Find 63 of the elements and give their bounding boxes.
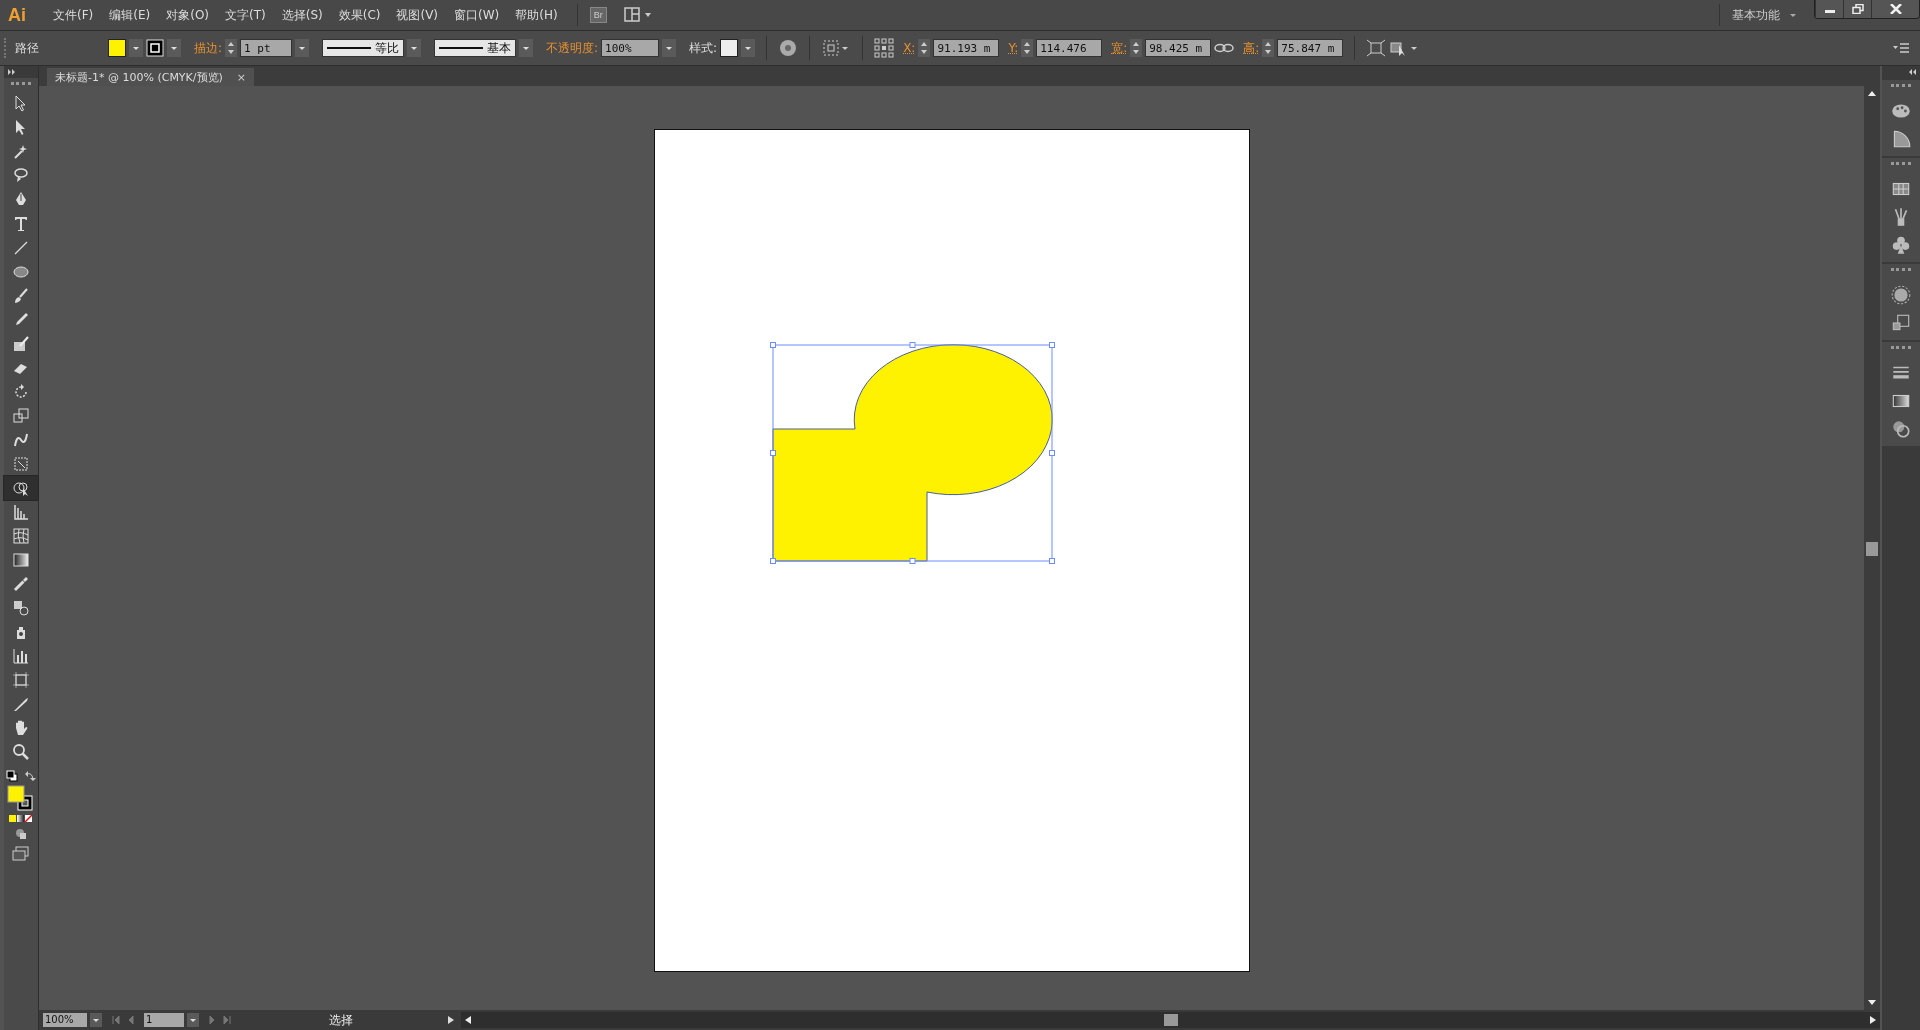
spinner-arrows-icon[interactable] (1021, 39, 1034, 57)
stroke-label[interactable]: 描边: (194, 39, 223, 57)
menu-item[interactable]: 选择(S) (274, 4, 330, 26)
document-title: 未标题-1* @ 100% (CMYK/预览) (55, 69, 223, 85)
stroke-swatch-icon[interactable] (146, 39, 164, 57)
page-field[interactable]: 1 (144, 1013, 184, 1027)
graphic-style-swatch[interactable] (720, 39, 739, 57)
menu-item[interactable]: 帮助(H) (508, 4, 565, 26)
expand-icon[interactable] (7, 68, 17, 76)
menu-item[interactable]: 视图(V) (389, 4, 446, 26)
stroke-profile-dropdown[interactable]: 等比 (322, 39, 405, 57)
menu-item[interactable]: 对象(O) (159, 4, 217, 26)
width-label[interactable]: 宽: (1111, 39, 1128, 57)
x-label[interactable]: X: (903, 41, 916, 55)
brush-dropdown[interactable]: 基本 (434, 39, 517, 57)
stroke-weight-field[interactable]: 1 pt (240, 39, 293, 57)
overlapping-circles-icon[interactable] (1890, 418, 1912, 440)
restore-icon[interactable] (1851, 4, 1864, 14)
style-label: 样式: (689, 39, 718, 57)
y-field[interactable]: 114.476 (1036, 39, 1103, 57)
circle-icon[interactable] (1890, 284, 1912, 306)
scroll-thumb[interactable] (1866, 542, 1878, 556)
menu-item[interactable]: 效果(C) (331, 4, 388, 26)
menu-item[interactable]: 窗口(W) (447, 4, 507, 26)
spinner-arrows-icon[interactable] (918, 39, 931, 57)
transform-icon[interactable] (1366, 39, 1387, 57)
width-field[interactable]: 98.425 m (1145, 39, 1212, 57)
close-tab-button[interactable]: × (236, 70, 247, 84)
app-logo: Ai (8, 4, 26, 26)
status-text[interactable]: 选择 (241, 1011, 441, 1029)
swap-arrows-icon[interactable] (24, 770, 36, 782)
panel-menu-icon[interactable] (1892, 41, 1910, 55)
opacity-label[interactable]: 不透明度: (546, 39, 599, 57)
minimize-button[interactable] (1815, 0, 1843, 18)
shape-builder-icon[interactable] (4, 476, 38, 500)
height-field[interactable]: 75.847 m (1277, 39, 1344, 57)
zoom-field[interactable]: 100% (43, 1013, 87, 1027)
spinner-arrows-icon[interactable] (225, 39, 238, 57)
close-button[interactable] (1871, 0, 1919, 18)
close-icon[interactable] (1889, 4, 1902, 14)
spinner-arrows-icon[interactable] (1262, 39, 1275, 57)
vertical-scrollbar[interactable] (1864, 86, 1880, 1010)
club-icon[interactable] (1890, 234, 1912, 256)
menu-item[interactable]: 编辑(E) (102, 4, 158, 26)
reference-point-icon[interactable] (874, 38, 895, 58)
restore-button[interactable] (1843, 0, 1871, 18)
horizontal-scrollbar[interactable] (461, 1012, 1880, 1028)
selection-type-label: 路径 (15, 39, 40, 57)
workspace-switcher[interactable]: 基本功能 (1732, 6, 1780, 24)
collapse-icon[interactable] (1907, 68, 1917, 76)
menu-item[interactable]: 文字(T) (218, 4, 273, 26)
recolor-wheel-icon[interactable] (778, 38, 799, 58)
opacity-field[interactable]: 100% (601, 39, 660, 57)
scroll-thumb[interactable] (1163, 1014, 1178, 1026)
menu-item[interactable]: 文件(F) (46, 4, 101, 26)
fill-swatch[interactable] (108, 39, 126, 57)
spinner-arrows-icon[interactable] (1130, 39, 1143, 57)
height-label[interactable]: 高: (1243, 39, 1260, 57)
bridge-button[interactable]: Br (589, 7, 607, 23)
x-field[interactable]: 91.193 m (933, 39, 1000, 57)
y-label[interactable]: Y: (1008, 41, 1019, 55)
document-tab[interactable]: 未标题-1* @ 100% (CMYK/预览) × (47, 68, 255, 86)
default-colors-icon[interactable] (6, 770, 18, 782)
